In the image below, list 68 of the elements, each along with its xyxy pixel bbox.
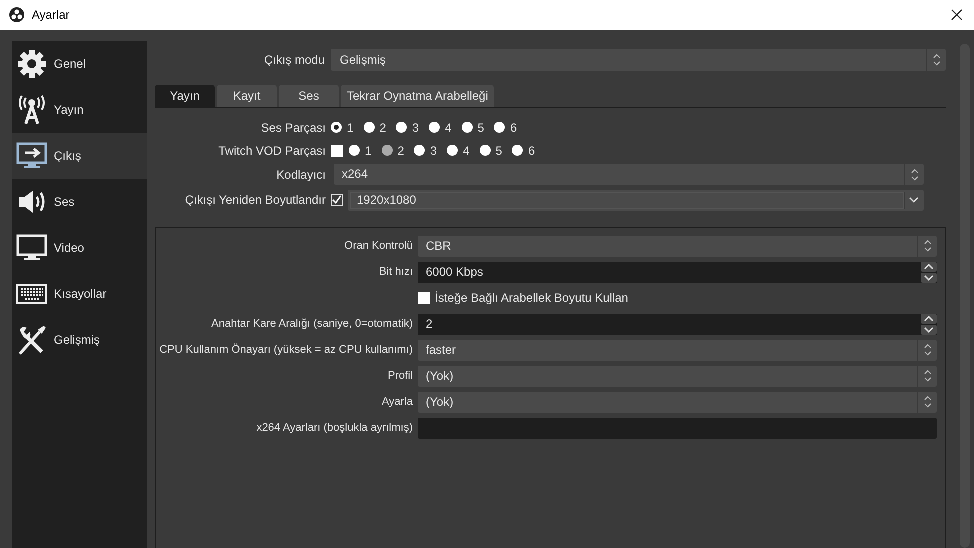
- sidebar-item[interactable]: Ses: [12, 179, 147, 225]
- checkbox[interactable]: [331, 194, 343, 206]
- spin-box[interactable]: 6000 Kbps: [418, 262, 937, 282]
- tab[interactable]: Kayıt: [217, 85, 277, 107]
- radio-button[interactable]: [349, 145, 360, 156]
- checkbox-label: İsteğe Bağlı Arabellek Boyutu Kullan: [435, 290, 628, 307]
- radio-label: 5: [496, 142, 502, 160]
- radio-label: 2: [398, 142, 404, 160]
- field-label: Twitch VOD Parçası: [218, 142, 327, 160]
- radio-label: 4: [463, 142, 470, 160]
- radio-label: 2: [380, 120, 386, 136]
- sidebar-item[interactable]: Genel: [12, 41, 147, 87]
- checkbox[interactable]: [418, 292, 430, 304]
- close-icon[interactable]: [951, 9, 963, 21]
- dropdown[interactable]: faster: [418, 340, 937, 360]
- radio-button[interactable]: [480, 145, 491, 156]
- radio-label: 3: [412, 120, 420, 136]
- tab[interactable]: Yayın: [155, 85, 215, 107]
- radio-label: 5: [478, 120, 484, 136]
- radio-label: 4: [445, 120, 452, 136]
- radio-label: 3: [430, 142, 438, 160]
- tab[interactable]: Ses: [279, 85, 339, 107]
- field-label: Ses Parçası: [260, 120, 327, 136]
- radio-button[interactable]: [364, 122, 375, 133]
- sidebar-item[interactable]: Yayın: [12, 87, 147, 133]
- field-label: x264 Ayarları (boşlukla ayrılmış): [256, 420, 414, 436]
- radio-button[interactable]: [331, 122, 342, 133]
- field-label: Bit hızı: [378, 264, 414, 280]
- radio-label: 6: [528, 142, 536, 160]
- field-label: Ayarla: [381, 394, 414, 410]
- dropdown[interactable]: CBR: [418, 236, 937, 256]
- dropdown[interactable]: (Yok): [418, 392, 937, 412]
- spin-buttons-icon: [921, 262, 937, 282]
- window-title: Ayarlar: [32, 7, 70, 24]
- logo-icon: [9, 7, 25, 23]
- radio-label: 1: [347, 120, 354, 136]
- field-label: Profil: [386, 368, 414, 384]
- field-label: Anahtar Kare Aralığı (saniye, 0=otomatik): [210, 316, 414, 332]
- field-label: Oran Kontrolü: [344, 238, 414, 254]
- radio-button[interactable]: [429, 122, 440, 133]
- tools-icon: [16, 324, 48, 356]
- field-label: Çıkışı Yeniden Boyutlandır: [184, 192, 327, 209]
- spin-box[interactable]: 2: [418, 314, 937, 334]
- radio-label: 1: [365, 142, 372, 160]
- radio-button[interactable]: [494, 122, 506, 133]
- sidebar-item[interactable]: Gelişmiş: [12, 317, 147, 363]
- tab[interactable]: Tekrar Oynatma Arabelleği: [341, 85, 494, 107]
- output-mode-dropdown[interactable]: Gelişmiş: [331, 49, 946, 71]
- radio-button[interactable]: [447, 145, 458, 156]
- sidebar-item[interactable]: Çıkış: [12, 133, 147, 179]
- resolution-combo-box[interactable]: 1920x1080: [348, 190, 924, 210]
- sidebar-item[interactable]: Video: [12, 225, 147, 271]
- sidebar-item[interactable]: Kısayollar: [12, 271, 147, 317]
- input-field[interactable]: [418, 418, 937, 438]
- field-label: Çıkış modu: [263, 52, 326, 69]
- field-label: Kodlayıcı: [276, 166, 327, 184]
- radio-button[interactable]: [396, 122, 408, 133]
- radio-button[interactable]: [462, 122, 473, 133]
- antenna-icon: [16, 94, 48, 126]
- spin-buttons-icon: [921, 314, 937, 334]
- encoder-dropdown[interactable]: x264: [334, 164, 924, 185]
- radio-label: 6: [510, 120, 518, 136]
- dropdown[interactable]: (Yok): [418, 366, 937, 386]
- radio-button[interactable]: [414, 145, 426, 156]
- field-label: CPU Kullanım Önayarı (yüksek = az CPU kullanımı): [158, 342, 414, 358]
- checkbox[interactable]: [331, 144, 343, 156]
- radio-button[interactable]: [512, 145, 524, 156]
- gear-icon: [16, 48, 48, 80]
